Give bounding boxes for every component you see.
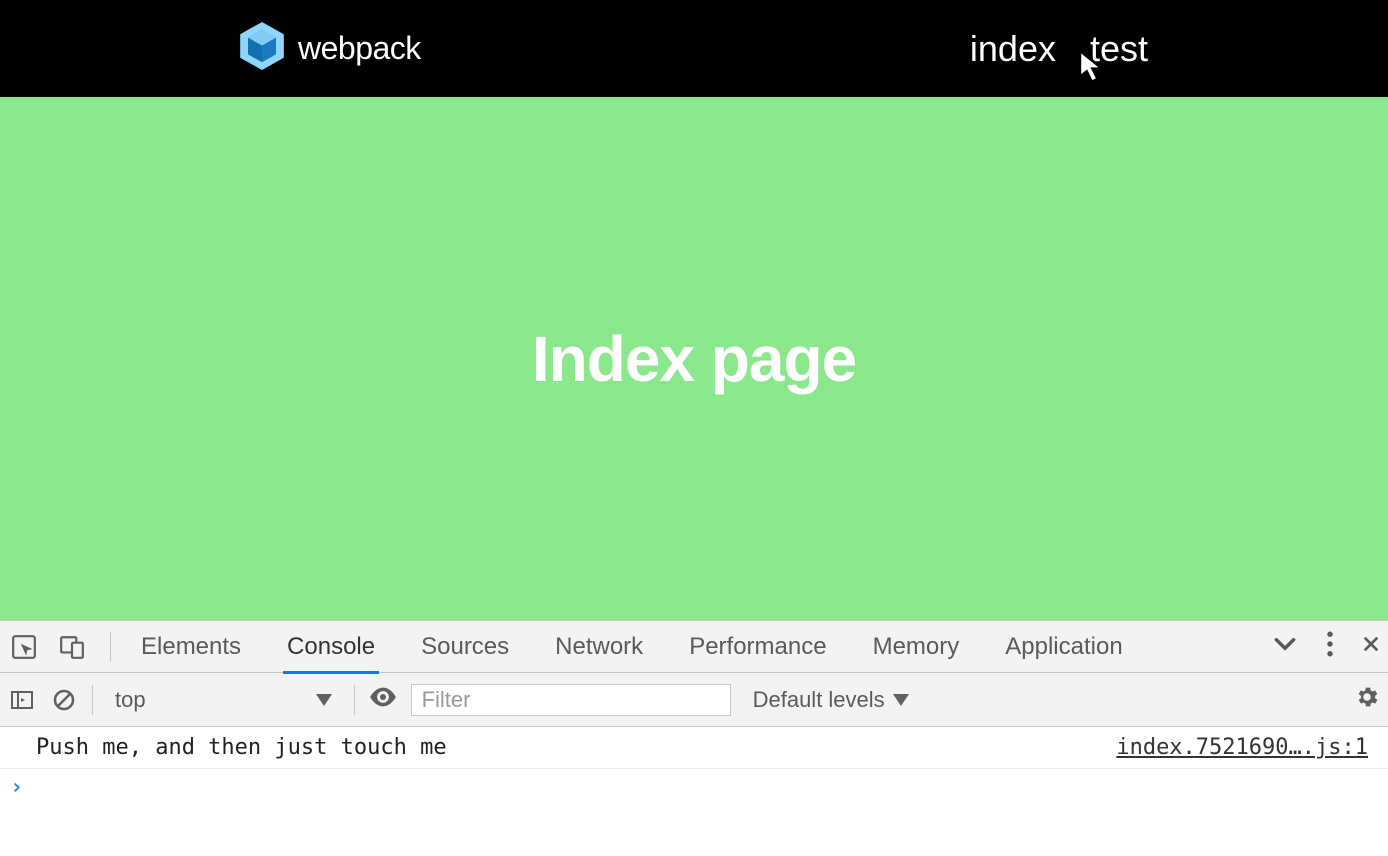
chevron-down-icon [316,694,332,706]
separator [92,685,93,715]
tab-performance[interactable]: Performance [689,623,826,671]
tab-application[interactable]: Application [1005,623,1122,671]
more-tabs-icon[interactable] [1272,635,1298,658]
page-title: Index page [532,322,856,396]
console-source-link[interactable]: index.7521690….js:1 [1116,735,1368,760]
console-prompt[interactable]: › [0,769,1388,806]
log-levels-dropdown[interactable]: Default levels [753,687,909,713]
kebab-menu-icon[interactable] [1326,631,1334,662]
live-expression-icon[interactable] [369,687,397,713]
tab-console[interactable]: Console [287,623,375,671]
separator [110,632,111,662]
webpack-logo-icon [240,22,284,75]
chevron-down-icon [893,694,909,706]
console-body: Push me, and then just touch me index.75… [0,727,1388,856]
execution-context-value: top [115,687,146,713]
devtools-tabs: Elements Console Sources Network Perform… [141,623,1123,671]
console-sidebar-toggle-icon[interactable] [8,686,36,714]
clear-console-icon[interactable] [50,686,78,714]
brand: webpack [240,22,421,75]
log-levels-label: Default levels [753,687,885,713]
console-log-row: Push me, and then just touch me index.75… [0,727,1388,769]
brand-name: webpack [298,30,421,67]
hero: Index page [0,97,1388,620]
console-settings-icon[interactable] [1354,684,1380,716]
tab-network[interactable]: Network [555,623,643,671]
app-header: webpack index test [0,0,1388,97]
devtools-tabstrip: Elements Console Sources Network Perform… [0,621,1388,673]
console-toolbar: top Default levels [0,673,1388,727]
tab-memory[interactable]: Memory [873,623,960,671]
devtools-panel: Elements Console Sources Network Perform… [0,620,1388,856]
nav-link-index[interactable]: index [970,28,1056,70]
nav-links: index test [970,28,1148,70]
devtools-tabstrip-left [6,632,119,662]
devtools-tabstrip-right [1272,631,1382,662]
close-devtools-icon[interactable] [1362,635,1380,658]
tab-elements[interactable]: Elements [141,623,241,671]
device-toggle-icon[interactable] [58,633,86,661]
console-filter-input[interactable] [411,684,731,716]
inspect-element-icon[interactable] [10,633,38,661]
separator [354,685,355,715]
tab-sources[interactable]: Sources [421,623,509,671]
console-message: Push me, and then just touch me [36,735,447,760]
execution-context-dropdown[interactable]: top [107,687,340,713]
nav-link-test[interactable]: test [1090,28,1148,70]
